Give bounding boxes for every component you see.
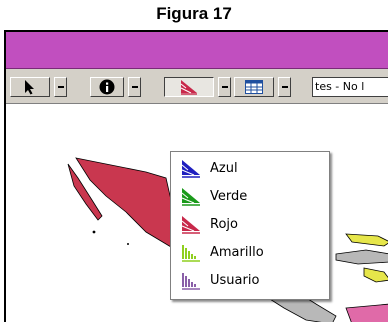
layer-selector[interactable]: tes - No l bbox=[312, 77, 388, 97]
toolbar: tes - No l bbox=[6, 69, 388, 104]
chevron-down-icon bbox=[57, 86, 64, 88]
yellow-island bbox=[345, 233, 388, 247]
yellow-ramp-icon bbox=[182, 245, 200, 262]
menu-item-rojo[interactable]: Rojo bbox=[174, 212, 324, 236]
menu-item-label: Azul bbox=[210, 160, 238, 176]
menu-item-label: Amarillo bbox=[210, 244, 264, 260]
table-tool-dropdown[interactable] bbox=[278, 77, 291, 97]
application-window: tes - No l Azul Verde Rojo Amarillo Usua… bbox=[4, 30, 388, 322]
table-tool-button[interactable] bbox=[234, 77, 274, 97]
menu-item-label: Rojo bbox=[210, 216, 238, 232]
pink-region bbox=[345, 303, 388, 322]
menu-item-usuario[interactable]: Usuario bbox=[174, 268, 324, 292]
title-bar bbox=[6, 32, 388, 69]
select-tool-dropdown[interactable] bbox=[54, 77, 67, 97]
menu-item-label: Verde bbox=[210, 188, 248, 204]
chevron-down-icon bbox=[131, 86, 138, 88]
info-tool-dropdown[interactable] bbox=[128, 77, 141, 97]
pointer-icon bbox=[25, 80, 34, 95]
info-tool-button[interactable] bbox=[90, 77, 124, 97]
yellow-island bbox=[363, 267, 388, 283]
select-tool-button[interactable] bbox=[10, 77, 50, 97]
chevron-down-icon bbox=[221, 86, 228, 88]
menu-item-label: Usuario bbox=[210, 272, 260, 288]
red-ramp-icon bbox=[181, 216, 200, 234]
color-ramp-dropdown[interactable] bbox=[218, 77, 231, 97]
blue-ramp-icon bbox=[181, 160, 200, 178]
caribbean-island bbox=[335, 249, 388, 265]
info-icon bbox=[99, 79, 115, 95]
figure-caption: Figura 17 bbox=[156, 4, 232, 23]
green-ramp-icon bbox=[181, 188, 200, 206]
menu-item-amarillo[interactable]: Amarillo bbox=[174, 240, 324, 264]
table-icon bbox=[245, 80, 263, 94]
menu-item-azul[interactable]: Azul bbox=[174, 156, 324, 180]
red-ramp-icon bbox=[180, 80, 197, 95]
color-ramp-button[interactable] bbox=[164, 77, 214, 97]
menu-item-verde[interactable]: Verde bbox=[174, 184, 324, 208]
color-ramp-menu: Azul Verde Rojo Amarillo Usuario bbox=[170, 151, 330, 300]
user-ramp-icon bbox=[182, 273, 200, 290]
chevron-down-icon bbox=[281, 86, 288, 88]
